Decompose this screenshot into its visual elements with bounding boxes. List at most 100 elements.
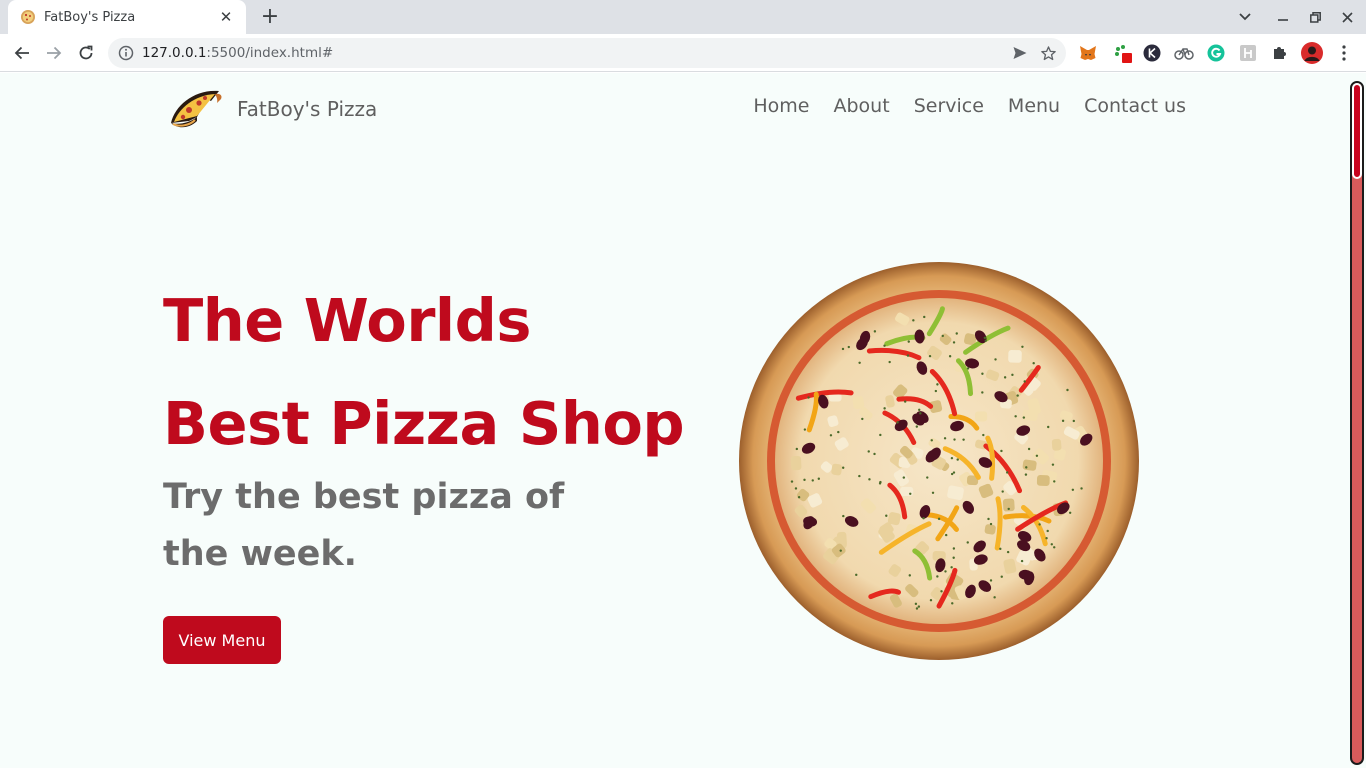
pizza-topping-herb <box>941 334 944 338</box>
brand[interactable]: FatBoy's Pizza <box>167 85 377 133</box>
pizza-topping-herb <box>1045 537 1048 540</box>
pizza-topping-herb <box>1053 546 1056 549</box>
pizza-topping-chicken <box>852 396 865 409</box>
forward-icon[interactable] <box>41 41 67 65</box>
restore-icon[interactable] <box>1300 0 1330 34</box>
pizza-topping-herb <box>1014 415 1017 418</box>
pizza-topping-herb <box>1051 463 1055 466</box>
tab-close-icon[interactable]: ✕ <box>216 7 236 27</box>
pizza-topping-herb <box>1053 480 1056 483</box>
pizza-topping-chicken <box>790 455 802 471</box>
scrollbar-track[interactable] <box>1350 81 1364 765</box>
hero-title-line1: The Worlds <box>163 286 532 355</box>
pizza-topping-herb <box>915 607 919 610</box>
pizza-topping-herb <box>906 354 910 357</box>
nav-link-home[interactable]: Home <box>753 95 809 117</box>
pizza-topping-herb <box>984 339 987 342</box>
pizza-topping-herb <box>982 433 985 437</box>
address-bar[interactable]: 127.0.0.1:5500/index.html# <box>108 38 1066 68</box>
pizza-topping-herb <box>952 556 955 559</box>
pizza-topping-herb <box>1025 466 1028 469</box>
pizza-topping-herb <box>962 438 965 441</box>
pizza-topping-herb <box>873 330 877 333</box>
extension-bike-icon[interactable] <box>1174 43 1194 63</box>
hero-title: The Worlds Best Pizza Shop <box>163 269 685 475</box>
pizza-topping-herb <box>952 341 956 344</box>
pizza-topping-herb <box>966 541 969 544</box>
pizza-topping-herb <box>915 425 919 428</box>
minimize-icon[interactable] <box>1268 0 1298 34</box>
info-icon[interactable] <box>118 45 134 61</box>
pizza-topping-herb <box>1022 416 1026 419</box>
back-icon[interactable] <box>9 41 35 65</box>
pizza-topping-herb <box>908 574 911 577</box>
pizza-topping-herb <box>936 383 939 386</box>
main-nav: Home About Service Menu Contact us <box>753 95 1186 117</box>
pizza-topping-herb <box>1027 447 1031 451</box>
pizza-topping-herb <box>929 598 933 602</box>
browser-tab[interactable]: FatBoy's Pizza ✕ <box>8 0 246 34</box>
hero-title-line2: Best Pizza Shop <box>163 389 685 458</box>
puzzle-icon[interactable] <box>1270 43 1290 63</box>
pizza-topping-herb <box>1072 419 1076 423</box>
pizza-topping-chicken <box>1022 459 1037 471</box>
reload-icon[interactable] <box>73 41 99 65</box>
pizza-topping-herb <box>803 478 806 482</box>
close-window-icon[interactable] <box>1332 0 1362 34</box>
star-icon[interactable] <box>1034 39 1062 67</box>
pizza-topping-chicken <box>1008 349 1022 363</box>
pizza-topping-chicken <box>974 411 988 422</box>
url-text[interactable]: 127.0.0.1:5500/index.html# <box>142 45 1006 61</box>
nav-link-contact[interactable]: Contact us <box>1084 95 1186 117</box>
view-menu-button[interactable]: View Menu <box>163 616 281 664</box>
url-host: 127.0.0.1 <box>142 45 207 61</box>
pizza-topping-herb <box>934 389 938 393</box>
profile-avatar[interactable] <box>1301 42 1323 64</box>
pizza-topping-herb <box>888 360 891 364</box>
new-tab-button[interactable]: + <box>258 5 282 29</box>
pizza-topping-herb <box>930 439 933 442</box>
send-icon[interactable] <box>1006 39 1034 67</box>
pizza-topping-herb <box>858 361 861 364</box>
scrollbar-thumb[interactable] <box>1352 83 1362 179</box>
nav-link-about[interactable]: About <box>834 95 890 117</box>
nav-link-menu[interactable]: Menu <box>1008 95 1060 117</box>
pizza-topping-herb <box>1035 454 1039 457</box>
pizza-topping-herb <box>950 566 953 569</box>
pizza-topping-herb <box>1080 487 1083 490</box>
pizza-topping-herb <box>803 428 807 431</box>
extension-h-icon[interactable] <box>1238 43 1258 63</box>
pizza-topping-herb <box>878 482 882 485</box>
pizza-topping-pepper <box>994 496 1003 551</box>
pizza-topping-herb <box>1047 425 1050 429</box>
pizza-topping-herb <box>811 479 814 482</box>
pizza-topping-herb <box>1011 373 1014 377</box>
pizza-topping-herb <box>1006 550 1010 554</box>
pizza-topping-herb <box>794 487 798 490</box>
pizza-topping-herb <box>1023 380 1026 383</box>
pizza-topping-herb <box>867 450 870 453</box>
pizza-topping-chicken <box>984 524 996 535</box>
pizza-topping-herb <box>861 417 864 421</box>
extension-paw-icon[interactable] <box>1112 43 1132 63</box>
pizza-topping-herb <box>1032 362 1035 365</box>
pizza-topping-herb <box>912 319 915 322</box>
pizza-topping-herb <box>987 517 990 521</box>
metamask-icon[interactable] <box>1078 43 1098 63</box>
pizza-topping-herb <box>797 495 801 499</box>
pizza-topping-herb <box>948 355 952 358</box>
pizza-topping-herb <box>909 492 912 496</box>
pizza-topping-herb <box>917 605 921 608</box>
pizza-topping-herb <box>883 407 886 410</box>
tab-title: FatBoy's Pizza <box>44 9 136 25</box>
pizza-topping-herb <box>952 547 956 550</box>
pizza-topping-herb <box>989 522 993 526</box>
pizza-topping-herb <box>790 480 794 483</box>
pizza-topping-herb <box>918 408 921 412</box>
tab-search-icon[interactable] <box>1230 0 1260 34</box>
extension-k-icon[interactable] <box>1142 43 1162 63</box>
nav-link-service[interactable]: Service <box>914 95 984 117</box>
menu-kebab-icon[interactable] <box>1334 43 1354 63</box>
grammarly-icon[interactable] <box>1206 43 1226 63</box>
browser-toolbar: 127.0.0.1:5500/index.html# <box>0 34 1366 72</box>
